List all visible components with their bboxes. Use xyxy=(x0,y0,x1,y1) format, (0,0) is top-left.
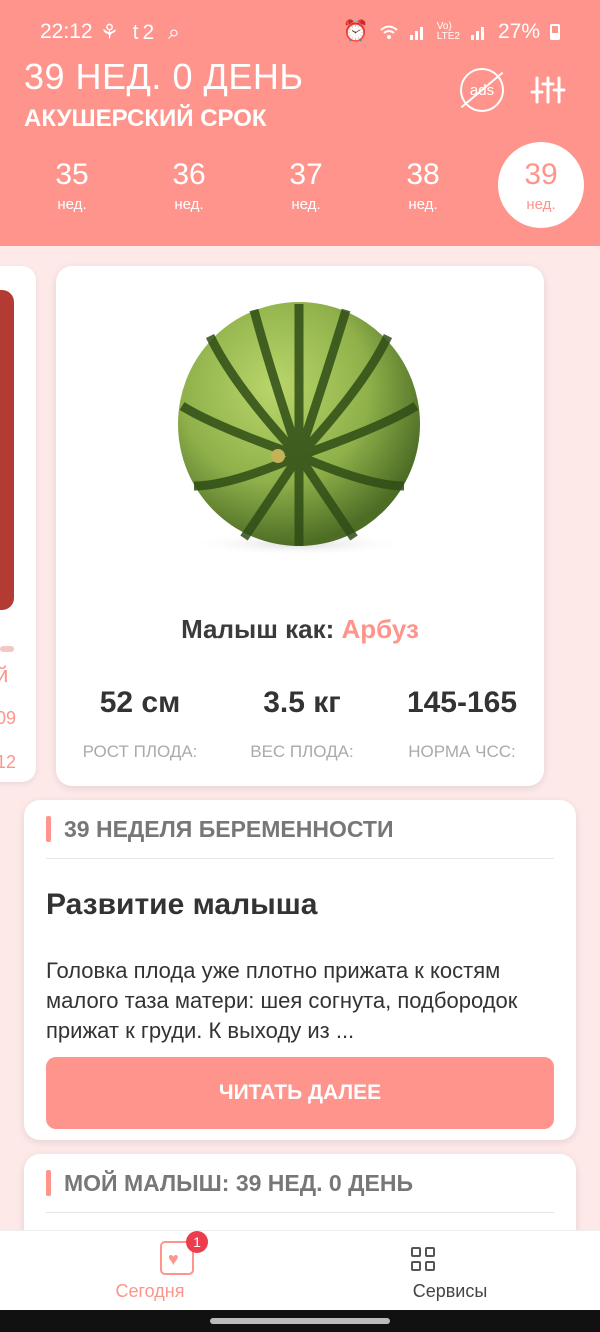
app-header: 22:12 ⚘ t2 ⌕ ⏰ Vo) LTE2 27% 39 НЕД. 0 ДЕН… xyxy=(0,0,600,246)
previous-card[interactable]: й 09 12 xyxy=(0,266,36,782)
week-item-39-active[interactable]: 39 нед. xyxy=(498,142,584,228)
status-right-icons: ⏰ Vo) LTE2 27% xyxy=(343,20,560,44)
baby-size-card[interactable]: Малыш как: Арбуз 52 см РОСТ ПЛОДА: 3.5 к… xyxy=(56,266,544,786)
stat-label: ВЕС ПЛОДА: xyxy=(250,742,354,761)
wifi-icon xyxy=(380,25,398,39)
ads-icon-label: ads xyxy=(469,81,495,99)
battery-icon xyxy=(550,24,560,40)
signal-icon xyxy=(409,27,423,40)
baby-compare: Малыш как: Арбуз xyxy=(56,614,544,645)
week-item-35[interactable]: 35 нед. xyxy=(29,142,115,228)
watermelon-image xyxy=(178,302,420,556)
stat-height: 52 см РОСТ ПЛОДА: xyxy=(60,686,220,762)
week-item-38[interactable]: 38 нед. xyxy=(380,142,466,228)
section-accent-bar xyxy=(46,816,51,842)
nav-services[interactable]: Сервисы xyxy=(300,1231,600,1311)
previous-card-text: й xyxy=(0,662,9,687)
page-title: 39 НЕД. 0 ДЕНЬ xyxy=(24,56,304,97)
status-time: 22:12 xyxy=(40,20,93,43)
article-excerpt: Головка плода уже плотно прижата к костя… xyxy=(46,958,518,1043)
status-left-icons: ⚘ t2 ⌕ xyxy=(100,21,184,44)
signal-icon xyxy=(470,27,484,40)
week-unit: нед. xyxy=(57,196,87,213)
section-title: 39 НЕДЕЛЯ БЕРЕМЕННОСТИ xyxy=(64,816,394,842)
stat-value: 145-165 xyxy=(406,686,518,719)
section-title: МОЙ МАЛЫШ: 39 НЕД. 0 ДЕНЬ xyxy=(64,1170,413,1196)
week-info-card: 39 НЕДЕЛЯ БЕРЕМЕННОСТИ Развитие малыша Г… xyxy=(24,800,576,1140)
stat-value: 3.5 кг xyxy=(263,686,341,719)
week-item-36[interactable]: 36 нед. xyxy=(146,142,232,228)
stat-label: НОРМА ЧСС: xyxy=(408,742,516,761)
week-unit: нед. xyxy=(174,196,204,213)
stat-label: РОСТ ПЛОДА: xyxy=(82,742,198,761)
status-bar: 22:12 ⚘ t2 ⌕ ⏰ Vo) LTE2 27% xyxy=(0,0,600,62)
week-unit: нед. xyxy=(291,196,321,213)
week-unit: нед. xyxy=(408,196,438,213)
home-indicator[interactable] xyxy=(210,1318,390,1324)
nav-today[interactable]: ♥ 1 Сегодня xyxy=(0,1231,300,1311)
stat-heart-rate: 145-165 НОРМА ЧСС: xyxy=(382,686,542,762)
read-more-button[interactable]: ЧИТАТЬ ДАЛЕЕ xyxy=(46,1057,554,1129)
section-header: МОЙ МАЛЫШ: 39 НЕД. 0 ДЕНЬ xyxy=(46,1170,554,1213)
previous-card-text: 12 xyxy=(0,752,17,772)
settings-sliders-icon[interactable] xyxy=(530,72,566,108)
stat-value: 52 см xyxy=(99,686,181,719)
bottom-navigation: ♥ 1 Сегодня Сервисы xyxy=(0,1230,600,1311)
previous-card-text: 09 xyxy=(0,708,17,728)
volte-icon: Vo) LTE2 xyxy=(436,21,460,42)
nav-today-label: Сегодня xyxy=(115,1281,185,1301)
week-number: 39 xyxy=(524,158,558,191)
notification-badge: 1 xyxy=(186,1231,208,1253)
compare-fruit: Арбуз xyxy=(341,614,419,644)
week-number: 38 xyxy=(406,158,440,191)
grid-icon xyxy=(411,1247,435,1271)
section-header: 39 НЕДЕЛЯ БЕРЕМЕННОСТИ xyxy=(46,816,554,859)
section-accent-bar xyxy=(46,1170,51,1196)
week-item-37[interactable]: 37 нед. xyxy=(263,142,349,228)
previous-card-bar xyxy=(0,646,14,652)
week-number: 37 xyxy=(289,158,323,191)
page-subtitle: АКУШЕРСКИЙ СРОК xyxy=(24,105,267,132)
previous-card-image xyxy=(0,290,14,610)
week-number: 36 xyxy=(172,158,206,191)
nav-services-label: Сервисы xyxy=(412,1281,488,1301)
system-home-bar xyxy=(0,1310,600,1332)
battery-text: 27% xyxy=(497,20,540,43)
alarm-icon: ⏰ xyxy=(342,20,369,43)
stat-weight: 3.5 кг ВЕС ПЛОДА: xyxy=(222,686,382,762)
week-selector: 35 нед. 36 нед. 37 нед. 38 нед. 39 нед. xyxy=(0,140,600,230)
article-title: Развитие малыша xyxy=(46,888,318,921)
compare-prefix: Малыш как: xyxy=(181,614,342,644)
week-unit: нед. xyxy=(526,196,556,213)
heart-icon: ♥ xyxy=(168,1249,179,1269)
week-number: 35 xyxy=(55,158,89,191)
remove-ads-button[interactable]: ads xyxy=(460,68,504,112)
